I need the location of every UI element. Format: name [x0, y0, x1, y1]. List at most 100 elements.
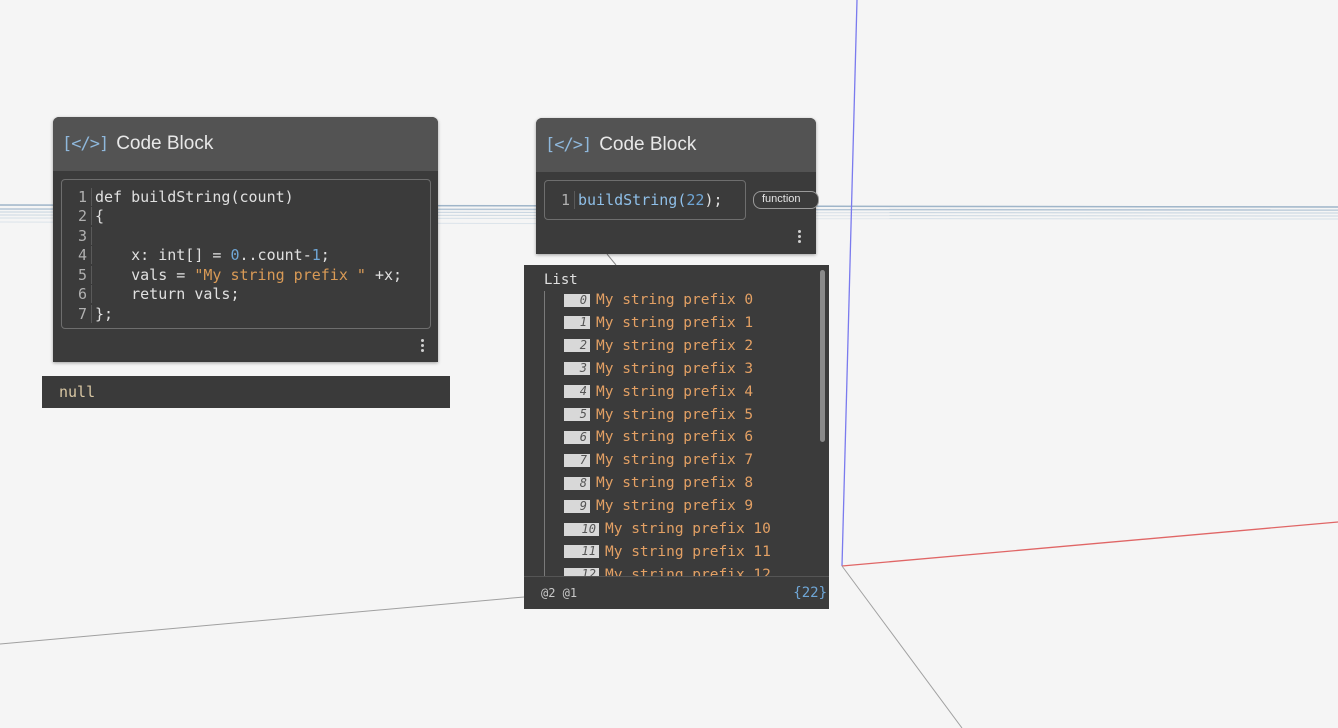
tree-connector	[544, 291, 545, 576]
code-line: 6 return vals;	[62, 285, 430, 305]
list-item[interactable]: 1 My string prefix 1	[564, 312, 753, 334]
list-value: My string prefix 1	[596, 314, 754, 331]
code-text: buildString(22);	[575, 191, 723, 209]
list-value: My string prefix 0	[596, 292, 754, 308]
code-block-icon: [</>]	[62, 134, 109, 154]
line-number: 7	[62, 304, 92, 323]
line-number: 6	[62, 285, 92, 304]
item-count: {22}	[793, 585, 827, 601]
list-value: My string prefix 8	[596, 475, 754, 492]
list-value: My string prefix 9	[596, 498, 754, 515]
list-index: 1	[564, 316, 590, 330]
node-menu-icon[interactable]	[421, 337, 425, 354]
code-line: 1 buildString(22);	[545, 190, 745, 210]
list-value: My string prefix 2	[596, 337, 754, 354]
list-item[interactable]: 3 My string prefix 3	[564, 358, 753, 380]
line-number: 1	[62, 187, 92, 206]
list-index: 11	[564, 545, 599, 559]
code-editor[interactable]: 1 def buildString(count) 2 { 3 4 x: int[…	[61, 179, 431, 329]
line-number: 3	[62, 226, 92, 245]
list-index: 8	[564, 476, 590, 490]
code-line: 3	[62, 226, 430, 246]
list-index: 3	[564, 362, 590, 376]
code-block-node-call[interactable]: [</>] Code Block 1 buildString(22); func…	[536, 118, 819, 254]
code-token: x: int[] =	[95, 246, 231, 265]
node-title: Code Block	[599, 134, 697, 155]
list-index: 6	[564, 430, 590, 444]
list-item[interactable]: 10 My string prefix 10	[564, 518, 771, 540]
code-text: };	[95, 304, 114, 323]
list-view[interactable]: List 0 My string prefix 0 1 My string prefi…	[524, 265, 815, 576]
number-token: 0	[230, 246, 240, 265]
line-number: 4	[62, 246, 92, 265]
code-text: def buildString(count)	[95, 187, 294, 206]
list-item[interactable]: 12 My string prefix 12	[564, 564, 771, 576]
list-value: My string prefix 6	[596, 429, 754, 446]
list-item[interactable]: 2 My string prefix 2	[564, 335, 753, 357]
list-index: 4	[564, 385, 590, 399]
code-line: 4 x: int[] = 0..count-1;	[62, 246, 430, 266]
code-token: ;	[320, 246, 330, 265]
list-item[interactable]: 11 My string prefix 11	[564, 541, 771, 563]
list-index: 12	[564, 568, 599, 576]
list-item[interactable]: 0 My string prefix 0	[564, 289, 753, 311]
list-title: List	[544, 272, 578, 288]
node-title: Code Block	[116, 133, 214, 154]
code-token: buildString(	[578, 190, 687, 209]
list-item[interactable]: 8 My string prefix 8	[564, 472, 753, 494]
list-levels[interactable]: @2 @1	[541, 586, 577, 600]
code-editor[interactable]: 1 buildString(22);	[544, 180, 746, 220]
code-line: 2 {	[62, 207, 430, 227]
code-text: vals = "My string prefix " +x;	[92, 266, 402, 284]
code-text: x: int[] = 0..count-1;	[92, 246, 330, 264]
scrollbar-thumb[interactable]	[820, 270, 825, 442]
watch-footer: @2 @1 {22}	[524, 576, 829, 609]
code-text: {	[95, 207, 105, 226]
x-axis-line	[841, 521, 1338, 567]
output-port-badge[interactable]: function	[753, 191, 819, 209]
list-index: 5	[564, 408, 590, 421]
list-item[interactable]: 6 My string prefix 6	[564, 426, 753, 448]
line-number: 2	[62, 207, 92, 226]
list-index: 2	[564, 339, 590, 353]
list-index: 9	[564, 499, 590, 513]
code-token: +x;	[365, 265, 403, 284]
line-number: 1	[545, 190, 575, 209]
list-item[interactable]: 5 My string prefix 5	[564, 404, 753, 426]
node-header[interactable]: [</>] Code Block	[53, 117, 438, 171]
list-value: My string prefix 5	[596, 406, 754, 423]
node-menu-icon[interactable]	[798, 228, 802, 245]
line-number: 5	[62, 265, 92, 284]
z-axis-line	[841, 565, 963, 728]
code-token: );	[704, 190, 723, 209]
list-value: My string prefix 7	[596, 452, 754, 469]
y-axis-line	[841, 0, 858, 567]
list-value: My string prefix 3	[596, 360, 754, 377]
list-index: 0	[564, 293, 590, 307]
watch-preview-panel[interactable]: List 0 My string prefix 0 1 My string prefi…	[524, 265, 829, 609]
list-value: My string prefix 4	[596, 383, 754, 400]
code-line: 5 vals = "My string prefix " +x;	[62, 265, 430, 285]
list-item[interactable]: 7 My string prefix 7	[564, 449, 753, 471]
code-text: return vals;	[95, 285, 240, 304]
list-index: 10	[564, 522, 599, 536]
ground-line	[0, 596, 525, 645]
node-preview-bubble[interactable]: null	[42, 376, 450, 408]
code-token: vals =	[95, 265, 195, 284]
code-block-icon: [</>]	[545, 135, 592, 155]
code-line: 1 def buildString(count)	[62, 187, 430, 207]
list-item[interactable]: 9 My string prefix 9	[564, 495, 753, 517]
preview-value: null	[59, 383, 96, 401]
number-token: 22	[686, 190, 705, 209]
list-value: My string prefix 11	[605, 543, 771, 560]
list-item[interactable]: 4 My string prefix 4	[564, 381, 753, 403]
node-header[interactable]: [</>] Code Block	[536, 118, 816, 172]
string-token: "My string prefix "	[194, 265, 366, 284]
code-block-node-definition[interactable]: [</>] Code Block 1 def buildString(count…	[53, 117, 438, 362]
code-line: 7 };	[62, 304, 430, 324]
list-value: My string prefix 12	[605, 566, 771, 576]
number-token: 1	[311, 246, 321, 265]
code-token: ..count-	[239, 246, 312, 265]
list-index: 7	[564, 453, 590, 467]
node-connector-line	[606, 253, 617, 266]
